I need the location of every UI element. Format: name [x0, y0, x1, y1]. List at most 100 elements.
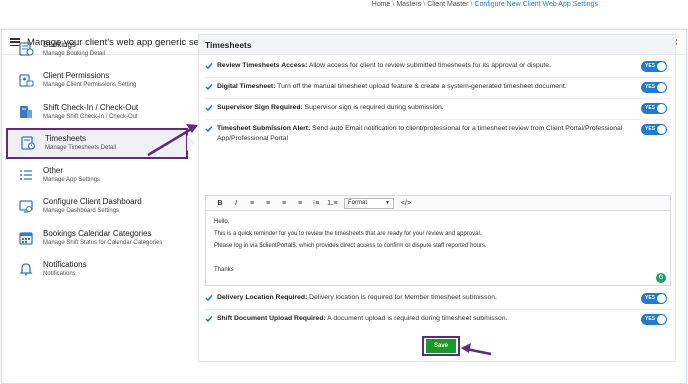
sidebar-item-subtitle: Manage Shift Check-In / Check-Out: [43, 113, 138, 120]
email-template-editor[interactable]: B I ≡ ≡ ≡ ≡ ⁝≡ ⒈≡ Format ▼ </> Hello, Thi…: [205, 195, 671, 286]
align-right-icon[interactable]: ≡: [276, 200, 292, 207]
sidebar-item-title: Bookings Calendar Categories: [43, 228, 152, 238]
breadcrumb-separator: \: [423, 1, 426, 8]
setting-shift-document-upload: Shift Document Upload Required: A docume…: [205, 314, 671, 325]
sidebar-item-subtitle: Manage Timesheets Detail: [45, 145, 117, 152]
sidebar-item-subtitle: Manage Dashboard Settings: [43, 208, 120, 215]
toggle-switch[interactable]: YES: [641, 61, 667, 72]
panel-title: Timesheets: [199, 35, 675, 55]
sidebar-item-calendar-categories[interactable]: Bookings Calendar Categories Manage Shift…: [6, 222, 188, 254]
setting-label: Delivery Location Required:: [217, 294, 308, 301]
check-icon: [205, 63, 213, 70]
toggle-label: YES: [645, 105, 656, 111]
divider: [205, 309, 671, 310]
calendar-icon: [18, 230, 34, 246]
editor-line: Please log in via $clientPortal$, which …: [214, 243, 487, 249]
setting-label: Review Timesheets Access:: [217, 62, 308, 69]
bell-icon: [18, 261, 34, 277]
toggle-switch[interactable]: YES: [641, 103, 667, 114]
check-icon: [205, 84, 213, 91]
sidebar-item-configure-dashboard[interactable]: Configure Client Dashboard Manage Dashboa…: [6, 191, 188, 223]
toggle-label: YES: [645, 316, 656, 322]
breadcrumb: Home \ Masters \ Client Master \ Configure New…: [372, 0, 598, 10]
timesheet-icon: [20, 135, 36, 151]
setting-label: Shift Document Upload Required:: [217, 315, 326, 322]
setting-description: Turn off the manual timesheet upload fea…: [275, 83, 567, 90]
permissions-icon: [18, 72, 34, 88]
sidebar-item-title: Shift Check-In / Check-Out: [43, 102, 139, 112]
toggle-label: YES: [645, 126, 656, 132]
sidebar-item-subtitle: Manage App Settings: [43, 176, 101, 183]
editor-line: Thanks: [214, 267, 234, 273]
setting-label: Digital Timesheet:: [217, 83, 276, 90]
divider: [205, 119, 671, 120]
divider: [205, 98, 671, 99]
sidebar-item-title: Client Permissions: [43, 71, 110, 81]
format-dropdown-value: Format: [348, 199, 368, 206]
setting-digital-timesheet: Digital Timesheet: Turn off the manual t…: [205, 82, 671, 93]
check-icon: [205, 105, 213, 112]
toggle-switch[interactable]: YES: [641, 314, 667, 325]
dashboard-icon: [18, 198, 34, 214]
check-icon: [205, 126, 213, 133]
sidebar-item-shift-checkin[interactable]: Shift Check-In / Check-Out Manage Shift C…: [6, 96, 188, 128]
list-icon: [18, 167, 34, 183]
setting-delivery-location: Delivery Location Required: Delivery loc…: [205, 293, 671, 304]
toggle-label: YES: [645, 63, 656, 69]
setting-description: A document upload is required during tim…: [325, 315, 508, 322]
timesheets-panel: Timesheets Review Timesheets Access: All…: [198, 34, 676, 362]
sidebar-item-subtitle: Manage Client Permissions Setting: [43, 82, 137, 89]
breadcrumb-home[interactable]: Home: [372, 1, 391, 8]
sidebar-item-client-permissions[interactable]: Client Permissions Manage Client Permissi…: [6, 65, 188, 97]
sidebar-item-title: Other: [43, 165, 64, 175]
setting-description: Allow access for client to review submit…: [307, 62, 551, 69]
sidebar-item-title: Timesheets: [45, 134, 87, 144]
bullet-list-icon[interactable]: ⁝≡: [308, 199, 324, 207]
grammarly-icon[interactable]: G: [656, 273, 666, 283]
save-button-highlight: Save: [422, 336, 460, 356]
bold-button[interactable]: B: [212, 200, 228, 207]
editor-line: Hello,: [214, 219, 230, 225]
sidebar-item-subtitle: Manage Booking Detail: [43, 50, 106, 57]
toggle-switch[interactable]: YES: [641, 293, 667, 304]
toggle-switch[interactable]: YES: [641, 82, 667, 93]
checkin-icon: [18, 104, 34, 120]
toggle-label: YES: [645, 295, 656, 301]
editor-line: This is a quick reminder for you to revi…: [214, 231, 482, 237]
breadcrumb-client-master[interactable]: Client Master: [427, 1, 468, 8]
numbered-list-icon[interactable]: ⒈≡: [324, 198, 340, 208]
sidebar-item-timesheets[interactable]: Timesheets Manage Timesheets Detail: [6, 127, 195, 159]
sidebar-item-subtitle: Manage Shift Status for Calendar Categor…: [43, 239, 163, 246]
setting-submission-alert: Timesheet Submission Alert: Send auto Em…: [205, 124, 671, 144]
breadcrumb-separator: \: [392, 1, 395, 8]
code-view-button[interactable]: </>: [398, 200, 414, 207]
check-icon: [205, 316, 213, 323]
sidebar-item-title: Bookings: [43, 39, 76, 49]
align-left-icon[interactable]: ≡: [244, 200, 260, 207]
booking-icon: [18, 41, 34, 57]
italic-button[interactable]: I: [228, 200, 244, 207]
setting-label: Timesheet Submission Alert:: [217, 125, 311, 132]
divider: [205, 77, 671, 78]
format-dropdown[interactable]: Format ▼: [344, 197, 394, 209]
align-center-icon[interactable]: ≡: [260, 200, 276, 207]
setting-label: Supervisor Sign Required:: [217, 104, 303, 111]
sidebar-item-title: Configure Client Dashboard: [43, 197, 142, 207]
caret-down-icon: ▼: [385, 199, 390, 206]
check-icon: [205, 295, 213, 302]
align-justify-icon[interactable]: ≡: [292, 200, 308, 207]
toggle-switch[interactable]: YES: [641, 124, 667, 135]
editor-toolbar: B I ≡ ≡ ≡ ≡ ⁝≡ ⒈≡ Format ▼ </>: [206, 196, 670, 211]
editor-content[interactable]: Hello, This is a quick reminder for you …: [206, 211, 670, 286]
breadcrumb-current[interactable]: Configure New Client Web App Settings: [474, 1, 598, 8]
sidebar-item-bookings[interactable]: Bookings Manage Booking Detail: [6, 33, 188, 65]
setting-supervisor-sign: Supervisor Sign Required: Supervisor sig…: [205, 103, 671, 114]
sidebar-item-notifications[interactable]: Notifications Notifications: [6, 254, 188, 286]
save-button[interactable]: Save: [426, 339, 456, 353]
settings-sidebar: Bookings Manage Booking Detail Client Per…: [6, 33, 195, 286]
toggle-label: YES: [645, 84, 656, 90]
sidebar-item-other[interactable]: Other Manage App Settings: [6, 159, 188, 191]
breadcrumb-masters[interactable]: Masters: [396, 1, 421, 8]
setting-description: Supervisor sign is required during submi…: [302, 104, 444, 111]
